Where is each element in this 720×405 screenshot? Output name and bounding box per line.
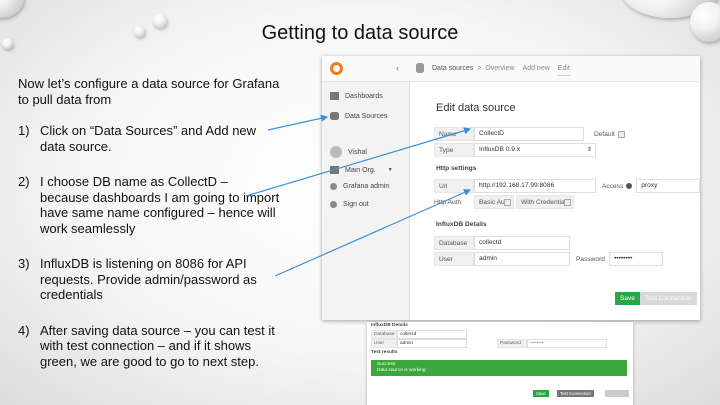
sidebar-item-label: Vishal [348, 148, 367, 156]
tab-add-new[interactable]: Add new [523, 65, 550, 72]
access-label: Access [602, 182, 624, 190]
sidebar-item-admin[interactable]: Grafana admin [330, 183, 389, 190]
with-credentials-checkbox[interactable] [564, 198, 571, 206]
signout-icon [330, 201, 337, 208]
database-icon [330, 112, 339, 120]
user-input[interactable]: admin [474, 252, 570, 266]
select-arrows-icon: ⇕ [586, 147, 592, 153]
name-row: Name CollectD Default [434, 127, 625, 141]
name-label: Name [434, 127, 474, 141]
password-input[interactable]: •••••••• [527, 339, 607, 348]
auth-row: Http Auth Basic Auth With Credentials [434, 195, 574, 209]
password-label: Password [497, 339, 527, 348]
access-select[interactable]: proxy [636, 179, 700, 193]
grafana-screenshot: ‹ Data sources > Overview Add new Edit Dashb… [322, 56, 700, 320]
caret-down-icon: ▼ [387, 167, 393, 173]
dashboards-icon [330, 92, 339, 100]
basic-auth-checkbox[interactable] [504, 198, 511, 206]
sidebar-item-dashboards[interactable]: Dashboards [330, 92, 383, 100]
delete-button[interactable] [605, 390, 629, 397]
gear-icon [330, 183, 337, 190]
http-settings-heading: Http settings [436, 165, 477, 172]
type-row: Type InfluxDB 0.9.x ⇕ [434, 143, 596, 157]
step-item: 2) I choose DB name as CollectD – becaus… [18, 174, 280, 236]
avatar [330, 146, 342, 158]
instructions: Now let’s configure a data source for Gr… [18, 76, 280, 389]
step-text: InfluxDB is listening on 8086 for API re… [40, 256, 257, 302]
step-item: 1) Click on “Data Sources” and Add new d… [18, 123, 280, 154]
tab-overview[interactable]: Overview [485, 65, 514, 72]
water-drop-decoration [0, 0, 24, 18]
sidebar-item-label: Sign out [343, 201, 369, 208]
success-message: Data source is working [377, 368, 426, 373]
database-row: Database collectd [371, 330, 467, 339]
step-text: Click on “Data Sources” and Add new data… [40, 123, 257, 154]
org-icon [330, 166, 339, 174]
tab-edit[interactable]: Edit [557, 65, 570, 76]
step-item: 3) InfluxDB is listening on 8086 for API… [18, 256, 280, 303]
type-select[interactable]: InfluxDB 0.9.x ⇕ [474, 143, 596, 157]
step-text: After saving data source – you can test … [40, 322, 275, 369]
sidebar-item-signout[interactable]: Sign out [330, 201, 369, 208]
slide-title: Getting to data source [261, 22, 459, 44]
grafana-logo-icon[interactable] [330, 62, 343, 75]
sidebar-item-org[interactable]: Main Org. ▼ [330, 166, 393, 174]
grafana-topbar: ‹ Data sources > Overview Add new Edit [322, 56, 700, 82]
database-label: Database [434, 236, 474, 250]
sidebar-item-label: Grafana admin [343, 183, 390, 190]
type-label: Type [434, 143, 474, 157]
default-checkbox[interactable] [617, 130, 625, 138]
database-input[interactable]: collectd [474, 236, 570, 250]
influxdb-details-heading: InfluxDB Details [371, 323, 408, 328]
breadcrumb-separator: > [477, 65, 482, 72]
password-input[interactable]: •••••••• [608, 252, 663, 266]
test-connection-button[interactable]: Test Connection [640, 292, 697, 305]
http-auth-label: Http Auth [434, 198, 462, 206]
step-number: 1) [18, 123, 30, 138]
step-number: 3) [18, 256, 30, 271]
database-input[interactable]: collectd [397, 330, 467, 339]
step-number: 2) [18, 174, 30, 189]
intro-text: Now let’s configure a data source for Gr… [18, 76, 280, 107]
user-row: User admin Password •••••••• [371, 339, 607, 348]
url-input[interactable]: http://192.168.17.99:8086 [474, 179, 596, 193]
type-select-value: InfluxDB 0.9.x [479, 146, 521, 153]
save-button[interactable]: Save [533, 390, 549, 397]
database-label: Database [371, 330, 397, 339]
step-number: 4) [18, 322, 30, 338]
sidebar-item-label: Data Sources [345, 112, 388, 120]
success-alert: Success Data source is working [371, 360, 627, 376]
influxdb-details-heading: InfluxDB Details [436, 221, 487, 228]
password-label: Password [576, 255, 605, 263]
test-results-screenshot: InfluxDB Details Database collectd User … [367, 322, 633, 405]
test-connection-button[interactable]: Test Connection [557, 390, 594, 397]
save-button[interactable]: Save [615, 292, 640, 305]
breadcrumb-data-sources[interactable]: Data sources [432, 65, 473, 72]
default-label: Default [594, 130, 615, 138]
url-label: Url [434, 179, 474, 193]
database-icon [416, 63, 424, 73]
user-input[interactable]: admin [397, 339, 467, 348]
user-label: User [371, 339, 397, 348]
step-item: 4) After saving data source – you can te… [18, 323, 280, 370]
sidebar-item-data-sources[interactable]: Data Sources [330, 112, 387, 120]
name-input[interactable]: CollectD [474, 127, 584, 141]
help-icon[interactable] [626, 183, 633, 189]
sidebar-item-user[interactable]: Vishal [330, 146, 367, 158]
database-row: Database collectd [434, 236, 570, 250]
sidebar-item-label: Main Org. [345, 166, 376, 174]
test-results-heading: Test results [371, 350, 398, 355]
step-text: I choose DB name as CollectD – because d… [40, 174, 280, 236]
sidebar-item-label: Dashboards [345, 92, 383, 100]
chevron-left-icon[interactable]: ‹ [396, 63, 399, 73]
grafana-sidebar: Dashboards Data Sources Vishal Main Org.… [322, 82, 410, 320]
url-row: Url http://192.168.17.99:8086 Access pro… [434, 179, 700, 193]
user-label: User [434, 252, 474, 266]
page-title: Edit data source [436, 102, 516, 114]
user-row: User admin Password •••••••• [434, 252, 663, 266]
breadcrumb: Data sources > Overview Add new Edit [432, 65, 570, 76]
